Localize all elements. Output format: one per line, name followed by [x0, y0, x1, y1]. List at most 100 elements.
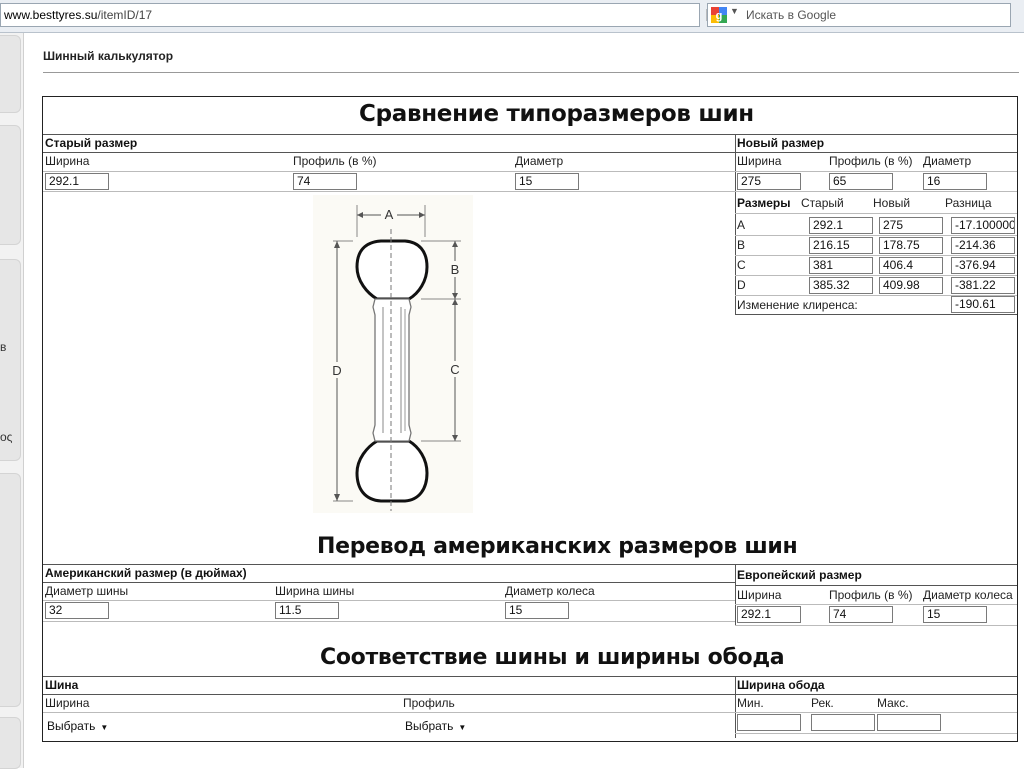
- sizes-old-value[interactable]: 216.15: [809, 237, 873, 254]
- european-profile-label: Профиль (в %): [829, 588, 913, 602]
- sizes-new-value[interactable]: 275: [879, 217, 943, 234]
- sizes-new-value[interactable]: 406.4: [879, 257, 943, 274]
- url-domain: www.besttyres.su: [4, 8, 98, 22]
- title-divider: [43, 72, 1019, 73]
- european-size-header: Европейский размер: [737, 568, 862, 582]
- sizes-diff-value[interactable]: -376.94: [951, 257, 1015, 274]
- sizes-row-label: D: [737, 278, 746, 292]
- sizes-old-value[interactable]: 381: [809, 257, 873, 274]
- american-diameter-input[interactable]: 32: [45, 602, 109, 619]
- divider: [43, 676, 1017, 677]
- american-wheel-input[interactable]: 15: [505, 602, 569, 619]
- diagram-label-a: A: [385, 207, 394, 222]
- side-panel-card[interactable]: [0, 125, 21, 245]
- divider: [735, 152, 1017, 153]
- sizes-table-header: Разница: [945, 196, 992, 210]
- rim-rec-input[interactable]: [811, 714, 875, 731]
- column-divider: [735, 134, 736, 314]
- sizes-old-value[interactable]: 385.32: [809, 277, 873, 294]
- old-width-input[interactable]: 292.1: [45, 173, 109, 190]
- tire-width-select[interactable]: Выбрать ▼: [47, 719, 108, 733]
- search-engine-dropdown-icon[interactable]: ▼: [730, 6, 739, 16]
- diagram-label-d: D: [332, 363, 341, 378]
- side-panel-fragment: в: [0, 340, 7, 354]
- sizes-row-label: A: [737, 218, 746, 232]
- tire-calculator: Сравнение типоразмеров шин Старый размер…: [42, 96, 1018, 742]
- divider: [43, 582, 735, 583]
- european-width-input[interactable]: 292.1: [737, 606, 801, 623]
- american-wheel-label: Диаметр колеса: [505, 584, 595, 598]
- old-diameter-input[interactable]: 15: [515, 173, 579, 190]
- old-width-label: Ширина: [45, 154, 90, 168]
- european-profile-input[interactable]: 74: [829, 606, 893, 623]
- divider: [735, 585, 1017, 586]
- divider: [735, 171, 1017, 172]
- sizes-row-label: B: [737, 238, 746, 252]
- side-panel-card[interactable]: [0, 717, 21, 769]
- clearance-label: Изменение клиренса:: [737, 298, 858, 312]
- divider: [735, 275, 1017, 276]
- sizes-old-value[interactable]: 292.1: [809, 217, 873, 234]
- european-wheel-input[interactable]: 15: [923, 606, 987, 623]
- search-box[interactable]: g ▼ Искать в Google: [707, 3, 1011, 27]
- new-profile-label: Профиль (в %): [829, 154, 913, 168]
- side-panel-card[interactable]: [0, 473, 21, 707]
- comparison-heading: Сравнение типоразмеров шин: [359, 101, 754, 127]
- divider: [735, 625, 1017, 626]
- sizes-table-header: Размеры: [737, 196, 791, 210]
- address-bar[interactable]: www.besttyres.su/itemID/17: [0, 3, 700, 27]
- browser-toolbar: www.besttyres.su/itemID/17 g ▼ Искать в …: [0, 0, 1024, 33]
- column-divider: [735, 676, 736, 738]
- new-diameter-label: Диаметр: [923, 154, 972, 168]
- old-profile-label: Профиль (в %): [293, 154, 377, 168]
- rim-min-input[interactable]: [737, 714, 801, 731]
- new-size-header: Новый размер: [737, 136, 825, 150]
- side-panel: в ος: [0, 33, 24, 769]
- diagram-label-c: C: [450, 362, 459, 377]
- side-panel-card[interactable]: в ος: [0, 259, 21, 461]
- old-size-header: Старый размер: [45, 136, 138, 150]
- page-title: Шинный калькулятор: [43, 49, 174, 63]
- divider: [43, 152, 735, 153]
- rim-max-input[interactable]: [877, 714, 941, 731]
- new-profile-input[interactable]: 65: [829, 173, 893, 190]
- divider: [43, 694, 1017, 695]
- sizes-diff-value[interactable]: -17.100000: [951, 217, 1015, 234]
- search-placeholder[interactable]: Искать в Google: [746, 4, 836, 26]
- sizes-new-value[interactable]: 409.98: [879, 277, 943, 294]
- sizes-diff-value[interactable]: -381.22: [951, 277, 1015, 294]
- new-diameter-input[interactable]: 16: [923, 173, 987, 190]
- sizes-diff-value[interactable]: -214.36: [951, 237, 1015, 254]
- divider: [43, 712, 1017, 713]
- google-icon: g: [711, 7, 727, 23]
- column-divider: [735, 564, 736, 626]
- divider: [43, 621, 735, 622]
- divider: [735, 191, 1017, 192]
- old-profile-input[interactable]: 74: [293, 173, 357, 190]
- european-wheel-label: Диаметр колеса: [923, 588, 1013, 602]
- american-width-label: Ширина шины: [275, 584, 355, 598]
- divider: [43, 134, 735, 135]
- divider: [735, 235, 1017, 236]
- american-size-header: Американский размер (в дюймах): [45, 566, 247, 580]
- rim-width-header: Ширина обода: [737, 678, 825, 692]
- tire-width-select-value: Выбрать: [47, 719, 96, 733]
- tire-profile-label: Профиль: [403, 696, 455, 710]
- sizes-new-value[interactable]: 178.75: [879, 237, 943, 254]
- new-width-input[interactable]: 275: [737, 173, 801, 190]
- american-width-input[interactable]: 11.5: [275, 602, 339, 619]
- chevron-down-icon: ▼: [100, 723, 109, 732]
- divider: [43, 171, 735, 172]
- sizes-row-label: C: [737, 258, 746, 272]
- svg-text:g: g: [716, 10, 723, 22]
- side-panel-card[interactable]: [0, 35, 21, 113]
- tire-profile-select[interactable]: Выбрать ▼: [405, 719, 466, 733]
- rim-max-label: Макс.: [877, 696, 909, 710]
- divider: [735, 255, 1017, 256]
- divider: [43, 191, 735, 192]
- clearance-value[interactable]: -190.61: [951, 296, 1015, 313]
- american-diameter-label: Диаметр шины: [45, 584, 129, 598]
- old-diameter-label: Диаметр: [515, 154, 564, 168]
- tire-diagram: A D B C: [313, 195, 473, 513]
- tire-width-label: Ширина: [45, 696, 90, 710]
